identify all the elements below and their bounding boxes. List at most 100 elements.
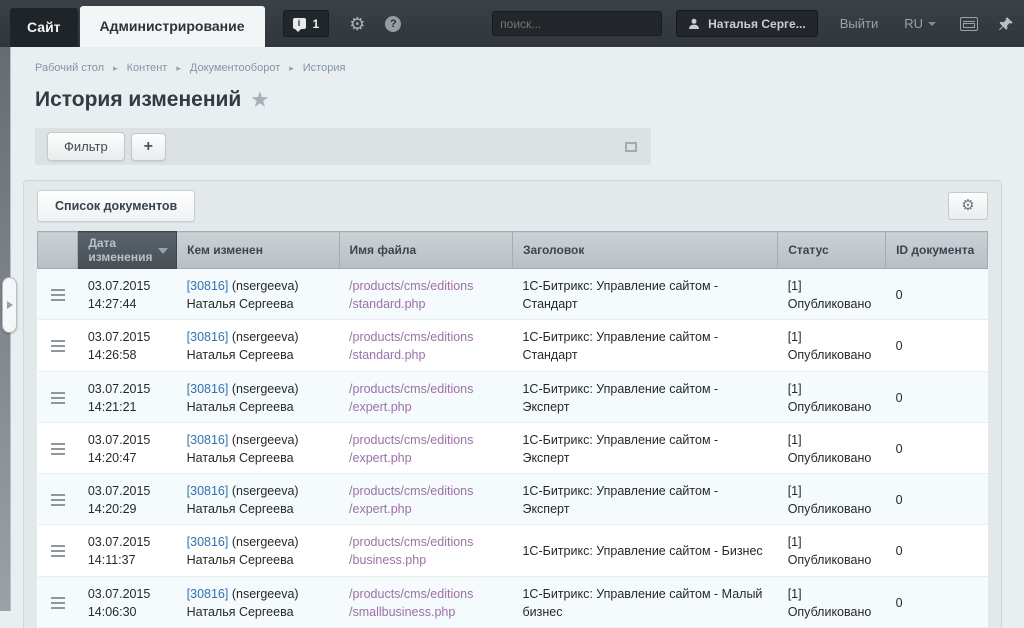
column-header-doc-id[interactable]: ID документа [886,232,988,269]
cell-row-menu [38,422,78,473]
editor-id-link[interactable]: [30816] [187,587,229,601]
file-link[interactable]: /products/cms/editions /expert.php [349,482,502,518]
editor-login: (nsergeeva) [232,484,299,498]
change-date: 03.07.2015 [88,279,151,293]
column-header-title[interactable]: Заголовок [512,232,777,269]
cell-status: [1] Опубликовано [778,320,886,371]
cell-title: 1С-Битрикс: Управление сайтом - Эксперт [512,474,777,525]
editor-id-link[interactable]: [30816] [187,484,229,498]
file-link[interactable]: /products/cms/editions /expert.php [349,431,502,467]
row-menu-icon[interactable] [51,289,65,301]
cell-doc-id: 0 [886,269,988,320]
table-row: 03.07.2015 14:20:47 [30816] (nsergeeva) … [38,422,988,473]
tab-document-list[interactable]: Список документов [37,190,195,222]
editor-id-link[interactable]: [30816] [187,433,229,447]
cell-title: 1С-Битрикс: Управление сайтом - Бизнес [512,525,777,576]
editor-name: Наталья Сергеева [187,451,294,465]
documents-grid-panel: Список документов ⚙ Дата изменения Кем и… [23,180,1002,628]
row-menu-icon[interactable] [51,597,65,609]
user-icon [688,18,700,30]
settings-gear-icon[interactable]: ⚙ [349,15,365,33]
chevron-down-icon [928,22,936,26]
cell-editor: [30816] (nsergeeva) Наталья Сергеева [177,422,339,473]
cell-date: 03.07.2015 14:26:58 [78,320,177,371]
cell-editor: [30816] (nsergeeva) Наталья Сергеева [177,320,339,371]
cell-title: 1С-Битрикс: Управление сайтом - Стандарт [512,269,777,320]
file-link[interactable]: /products/cms/editions /business.php [349,533,502,569]
cell-status: [1] Опубликовано [778,576,886,627]
editor-name: Наталья Сергеева [187,605,294,619]
editor-id-link[interactable]: [30816] [187,535,229,549]
cell-status: [1] Опубликовано [778,474,886,525]
cell-doc-id: 0 [886,320,988,371]
editor-name: Наталья Сергеева [187,400,294,414]
cell-filename: /products/cms/editions /standard.php [339,269,512,320]
tab-site[interactable]: Сайт [10,8,78,47]
cell-doc-id: 0 [886,576,988,627]
left-sidebar-rail [0,47,11,611]
cell-editor: [30816] (nsergeeva) Наталья Сергеева [177,576,339,627]
editor-name: Наталья Сергеева [187,297,294,311]
cell-title: 1С-Битрикс: Управление сайтом - Эксперт [512,371,777,422]
change-date: 03.07.2015 [88,330,151,344]
breadcrumb-item-content[interactable]: Контент [127,62,168,74]
main-tabs: Сайт Администрирование [10,0,265,47]
file-link[interactable]: /products/cms/editions /expert.php [349,380,502,416]
filter-minimize-icon[interactable] [625,142,637,152]
hotkeys-panel-icon[interactable] [960,17,978,31]
page-title-text: История изменений [35,88,241,112]
column-header-editor[interactable]: Кем изменен [177,232,339,269]
tab-admin[interactable]: Администрирование [80,6,265,47]
cell-filename: /products/cms/editions /smallbusiness.ph… [339,576,512,627]
file-link[interactable]: /products/cms/editions /standard.php [349,277,502,313]
breadcrumb-item-desktop[interactable]: Рабочий стол [35,62,104,74]
cell-row-menu [38,474,78,525]
table-row: 03.07.2015 14:11:37 [30816] (nsergeeva) … [38,525,988,576]
change-date: 03.07.2015 [88,484,151,498]
pin-icon[interactable] [998,16,1014,32]
cell-row-menu [38,320,78,371]
editor-login: (nsergeeva) [232,587,299,601]
change-date: 03.07.2015 [88,587,151,601]
editor-id-link[interactable]: [30816] [187,279,229,293]
row-menu-icon[interactable] [51,340,65,352]
favorite-star-icon[interactable]: ★ [251,89,268,112]
row-menu-icon[interactable] [51,494,65,506]
cell-status: [1] Опубликовано [778,525,886,576]
top-bar: Сайт Администрирование i 1 ⚙ ? Наталья С… [0,0,1024,47]
editor-id-link[interactable]: [30816] [187,330,229,344]
search-box [492,11,662,36]
notifications-button[interactable]: i 1 [283,10,330,37]
cell-status: [1] Опубликовано [778,269,886,320]
column-header-filename[interactable]: Имя файла [339,232,512,269]
grid-settings-button[interactable]: ⚙ [948,192,988,220]
help-icon[interactable]: ? [385,16,401,32]
row-menu-icon[interactable] [51,443,65,455]
file-link[interactable]: /products/cms/editions /smallbusiness.ph… [349,585,502,621]
user-menu-button[interactable]: Наталья Серге... [676,10,818,37]
notification-bubble-icon: i [293,18,306,29]
file-link[interactable]: /products/cms/editions /standard.php [349,328,502,364]
language-selector[interactable]: RU [904,16,936,31]
breadcrumb-separator-icon: ▸ [176,63,181,74]
logout-link[interactable]: Выйти [840,16,879,31]
change-time: 14:20:29 [88,502,137,516]
filter-button[interactable]: Фильтр [47,132,125,161]
cell-editor: [30816] (nsergeeva) Наталья Сергеева [177,474,339,525]
search-input[interactable] [500,17,655,31]
cell-filename: /products/cms/editions /expert.php [339,371,512,422]
editor-name: Наталья Сергеева [187,502,294,516]
row-menu-icon[interactable] [51,545,65,557]
editor-login: (nsergeeva) [232,279,299,293]
row-menu-icon[interactable] [51,392,65,404]
add-filter-button[interactable]: + [131,133,166,161]
cell-row-menu [38,269,78,320]
column-header-date[interactable]: Дата изменения [78,232,177,269]
editor-id-link[interactable]: [30816] [187,382,229,396]
cell-title: 1С-Битрикс: Управление сайтом - Стандарт [512,320,777,371]
column-header-status[interactable]: Статус [778,232,886,269]
change-time: 14:27:44 [88,297,137,311]
cell-doc-id: 0 [886,422,988,473]
change-time: 14:11:37 [88,553,136,567]
breadcrumb-item-workflow[interactable]: Документооборот [190,62,280,74]
